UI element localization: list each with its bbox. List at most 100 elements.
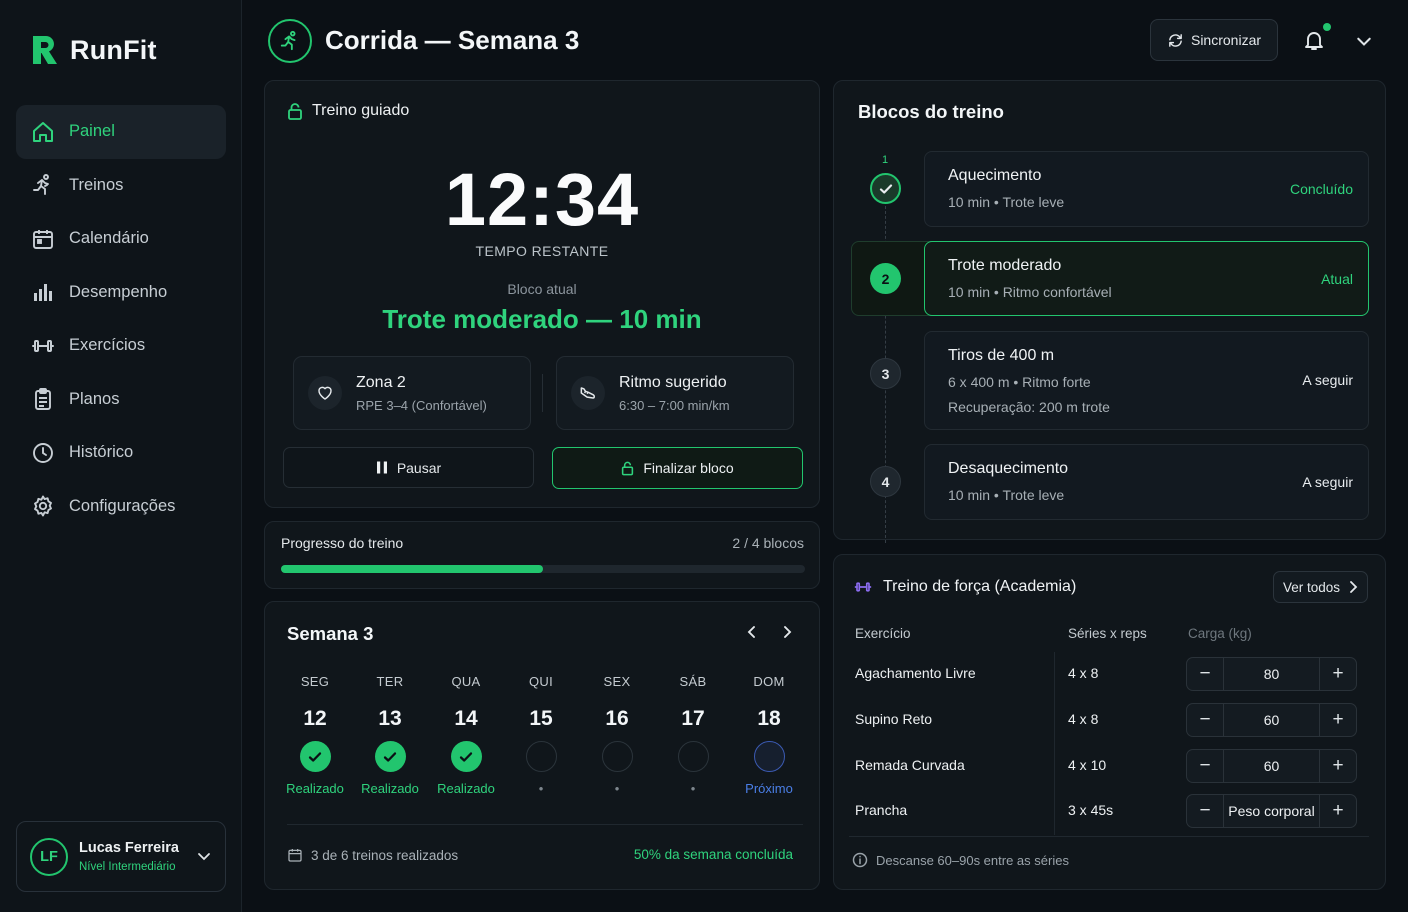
day-number: 12 bbox=[303, 707, 327, 730]
clipboard-icon bbox=[31, 387, 55, 411]
divider bbox=[849, 836, 1369, 837]
week-day[interactable]: SÁB 17 • bbox=[655, 674, 731, 797]
runfit-logo-icon bbox=[30, 34, 60, 66]
week-day[interactable]: QUA 14 Realizado bbox=[428, 674, 504, 797]
sidebar-item-label: Planos bbox=[69, 389, 120, 408]
load-value[interactable]: 80 bbox=[1223, 658, 1320, 690]
decrement-button[interactable]: − bbox=[1187, 795, 1223, 827]
sidebar-item-desempenho[interactable]: Desempenho bbox=[16, 266, 226, 320]
column-header: Séries x reps bbox=[1068, 626, 1147, 641]
refresh-icon bbox=[1167, 32, 1184, 49]
pause-button[interactable]: Pausar bbox=[283, 447, 534, 488]
chevron-left-icon[interactable] bbox=[745, 625, 759, 639]
finish-label: Finalizar bloco bbox=[643, 460, 734, 476]
app-logo[interactable]: RunFit bbox=[30, 34, 157, 66]
see-all-button[interactable]: Ver todos bbox=[1273, 571, 1368, 603]
guided-workout-card: Treino guiado 12:34 TEMPO RESTANTE Bloco… bbox=[264, 80, 820, 508]
block-item[interactable]: Tiros de 400 m 6 x 400 m • Ritmo forte R… bbox=[924, 331, 1369, 430]
bell-icon[interactable] bbox=[1302, 28, 1326, 52]
decrement-button[interactable]: − bbox=[1187, 658, 1223, 690]
sidebar-item-painel[interactable]: Painel bbox=[16, 105, 226, 159]
sidebar-item-configuracoes[interactable]: Configurações bbox=[16, 480, 226, 534]
block-desc: 10 min • Trote leve bbox=[948, 487, 1065, 503]
sidebar-item-treinos[interactable]: Treinos bbox=[16, 159, 226, 213]
load-stepper: − Peso corporal + bbox=[1186, 794, 1357, 828]
day-status-circle bbox=[601, 741, 633, 772]
day-name: TER bbox=[376, 674, 404, 689]
day-number: 18 bbox=[757, 707, 781, 730]
zone-sub: RPE 3–4 (Confortável) bbox=[356, 397, 487, 413]
sets-reps: 4 x 8 bbox=[1068, 665, 1099, 681]
block-name: Trote moderado bbox=[948, 257, 1062, 274]
step-done-marker bbox=[870, 173, 901, 204]
chevron-down-icon[interactable] bbox=[1356, 33, 1372, 49]
load-stepper: −60 + bbox=[1186, 749, 1357, 783]
sidebar-item-label: Exercícios bbox=[69, 336, 146, 355]
week-day[interactable]: TER 13 Realizado bbox=[352, 674, 428, 797]
calendar-icon bbox=[31, 227, 55, 251]
increment-button[interactable]: + bbox=[1320, 658, 1356, 690]
countdown-timer: 12:34 bbox=[444, 158, 640, 241]
block-status: A seguir bbox=[1302, 474, 1353, 490]
sync-label: Sincronizar bbox=[1190, 32, 1262, 48]
increment-button[interactable]: + bbox=[1320, 795, 1356, 827]
sync-button[interactable]: Sincronizar bbox=[1150, 19, 1278, 61]
load-value[interactable]: Peso corporal bbox=[1223, 795, 1320, 827]
divider bbox=[542, 374, 543, 412]
block-item-current[interactable]: Trote moderado 10 min • Ritmo confortáve… bbox=[924, 241, 1369, 316]
sidebar-item-exercicios[interactable]: Exercícios bbox=[16, 319, 226, 373]
load-stepper: −60 + bbox=[1186, 703, 1357, 737]
day-number: 15 bbox=[529, 707, 553, 730]
chevron-right-icon[interactable] bbox=[780, 625, 794, 639]
day-number: 14 bbox=[454, 707, 478, 730]
finish-block-button[interactable]: Finalizar bloco bbox=[552, 447, 803, 489]
sidebar-item-label: Painel bbox=[69, 122, 115, 141]
progress-count: 2 / 4 blocos bbox=[732, 535, 804, 551]
week-day[interactable]: SEX 16 • bbox=[579, 674, 655, 797]
week-day[interactable]: QUI 15 • bbox=[503, 674, 579, 797]
block-item[interactable]: Desaquecimento 10 min • Trote leve A seg… bbox=[924, 444, 1369, 520]
week-day[interactable]: SEG 12 Realizado bbox=[277, 674, 353, 797]
chevron-down-icon[interactable] bbox=[197, 849, 211, 863]
lock-icon bbox=[287, 102, 303, 120]
user-name: Lucas Ferreira bbox=[79, 840, 179, 856]
day-name: QUI bbox=[528, 674, 553, 689]
load-value[interactable]: 60 bbox=[1223, 704, 1320, 736]
day-number: 16 bbox=[605, 707, 629, 730]
table-row: Agachamento Livre 4 x 8 −80 + bbox=[834, 652, 1387, 698]
user-menu[interactable]: LF Lucas Ferreira Nível Intermediário bbox=[16, 821, 226, 892]
exercise-name: Remada Curvada bbox=[855, 757, 965, 773]
decrement-button[interactable]: − bbox=[1187, 750, 1223, 782]
pace-title: Ritmo sugerido bbox=[619, 373, 727, 391]
column-header: Carga (kg) bbox=[1188, 626, 1252, 641]
rest-note: Descanse 60–90s entre as séries bbox=[852, 852, 1069, 868]
exercise-name: Prancha bbox=[855, 802, 908, 818]
decrement-button[interactable]: − bbox=[1187, 704, 1223, 736]
day-name: SÁB bbox=[679, 674, 707, 689]
sets-reps: 3 x 45s bbox=[1068, 802, 1114, 818]
check-icon bbox=[374, 741, 406, 772]
strength-workout-card: Treino de força (Academia) Ver todos Exe… bbox=[833, 554, 1386, 890]
info-icon bbox=[852, 852, 868, 868]
divider bbox=[1054, 698, 1055, 744]
increment-button[interactable]: + bbox=[1320, 704, 1356, 736]
sidebar-item-planos[interactable]: Planos bbox=[16, 373, 226, 427]
gear-icon bbox=[31, 494, 55, 518]
sidebar-item-historico[interactable]: Histórico bbox=[16, 426, 226, 480]
block-status: Concluído bbox=[1289, 181, 1353, 197]
table-row: Remada Curvada 4 x 10 −60 + bbox=[834, 744, 1387, 790]
day-status: Realizado bbox=[437, 781, 495, 796]
lock-icon bbox=[621, 461, 634, 476]
page-header: Corrida — Semana 3 Sincronizar bbox=[266, 18, 1386, 64]
load-value[interactable]: 60 bbox=[1223, 750, 1320, 782]
increment-button[interactable]: + bbox=[1320, 750, 1356, 782]
week-card: Semana 3 SEG 12 Realizado TER 13 Realizado QUA… bbox=[264, 601, 820, 890]
sidebar-item-label: Calendário bbox=[69, 229, 149, 248]
divider bbox=[287, 824, 803, 825]
step-number: 1 bbox=[882, 154, 889, 166]
block-item[interactable]: Aquecimento 10 min • Trote leve Concluíd… bbox=[924, 151, 1369, 227]
sidebar-item-calendario[interactable]: Calendário bbox=[16, 212, 226, 266]
sidebar-item-label: Desempenho bbox=[69, 282, 168, 301]
week-day[interactable]: DOM 18 Próximo bbox=[731, 674, 807, 797]
block-desc: 10 min • Ritmo confortável bbox=[948, 284, 1112, 300]
